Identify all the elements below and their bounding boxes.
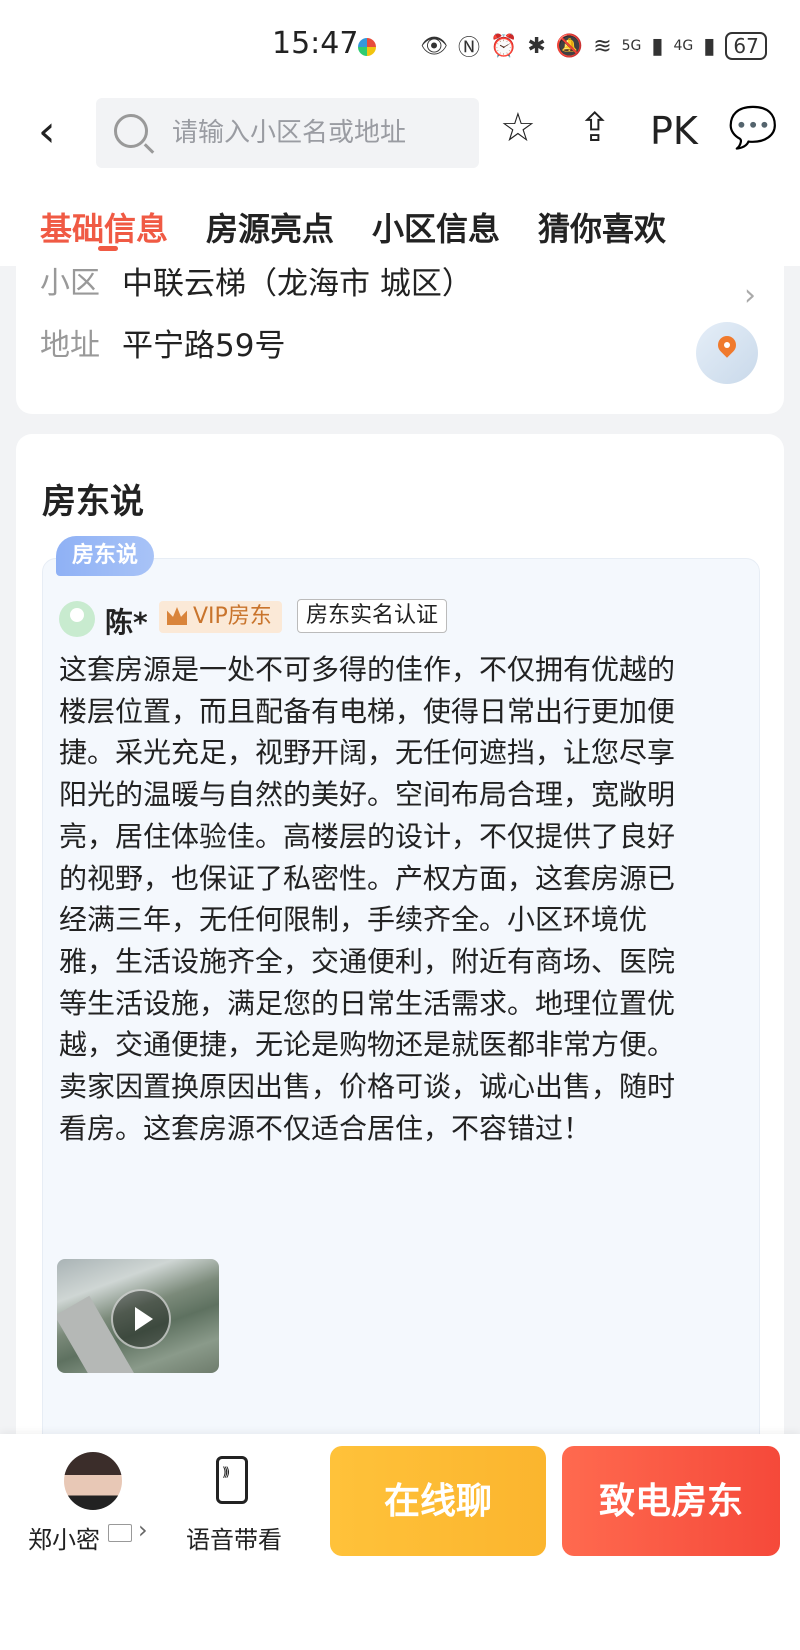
pk-button[interactable]: PK (650, 112, 698, 150)
online-chat-button[interactable]: 在线聊 (330, 1446, 546, 1556)
bottom-action-bar: 郑小密 › 语音带看 在线聊 致电房东 (0, 1434, 800, 1650)
chevron-right-icon[interactable]: › (138, 1516, 148, 1544)
status-icons: 👁 Ⓝ ⏰ ✱ 🔕 ≋ 5G ▮ 4G ▮ 67 (420, 30, 767, 62)
signal-5g-label: 5G (621, 38, 642, 54)
tab-highlights[interactable]: 房源亮点 (206, 204, 334, 250)
play-icon[interactable] (111, 1289, 171, 1349)
voice-tour-icon[interactable] (216, 1456, 248, 1504)
vip-label: VIP房东 (193, 604, 272, 629)
status-time: 15:47 (272, 26, 359, 61)
agent-avatar[interactable] (64, 1452, 122, 1510)
signal-bars-icon: ▮ (651, 33, 664, 59)
landlord-says-card: 房东说 陈* VIP房东 房东实名认证 这套房源是一处不可多得的佳作，不仅拥有优… (16, 434, 784, 1534)
back-button[interactable]: ‹ (38, 110, 56, 154)
mute-icon: 🔕 (555, 33, 584, 59)
verified-badge: 房东实名认证 (297, 599, 448, 633)
tab-basic-info[interactable]: 基础信息 (40, 204, 168, 250)
search-input[interactable] (170, 112, 464, 154)
search-icon (114, 114, 148, 148)
chevron-right-icon[interactable]: › (744, 278, 756, 313)
active-tab-indicator (98, 246, 118, 251)
section-tabs: 基础信息 房源亮点 小区信息 猜你喜欢 (0, 184, 800, 266)
tab-recommendations[interactable]: 猜你喜欢 (538, 204, 666, 250)
battery-indicator: 67 (725, 32, 767, 60)
eye-icon: 👁 (420, 33, 448, 59)
basic-info-card: 小区 中联云梯（龙海市 城区） › 地址 平宁路59号 (16, 266, 784, 414)
bluetooth-icon: ✱ (527, 33, 546, 59)
landlord-description: 这套房源是一处不可多得的佳作，不仅拥有优越的楼层位置，而且配备有电梯，使得日常出… (59, 653, 676, 1145)
top-bar: ‹ ☆ ⇪ PK 💬 (0, 92, 800, 184)
signal-4g-label: 4G (673, 38, 694, 54)
vip-badge: VIP房东 (159, 601, 282, 633)
signal-bars-icon: ▮ (703, 33, 716, 59)
map-location-icon[interactable] (696, 322, 758, 384)
agent-name[interactable]: 郑小密 (28, 1520, 100, 1555)
status-bar: 15:47 👁 Ⓝ ⏰ ✱ 🔕 ≋ 5G ▮ 4G ▮ 67 (0, 0, 800, 92)
nfc-icon: Ⓝ (457, 36, 480, 61)
owner-avatar (59, 601, 95, 637)
crown-icon (167, 607, 187, 625)
favorite-star-icon[interactable]: ☆ (500, 108, 536, 148)
search-box[interactable] (96, 98, 479, 168)
owner-name: 陈* (105, 606, 148, 639)
landlord-says-tag: 房东说 (56, 536, 155, 576)
community-label: 小区 (40, 266, 100, 301)
address-label: 地址 (40, 328, 100, 363)
landlord-quote-box: 陈* VIP房东 房东实名认证 这套房源是一处不可多得的佳作，不仅拥有优越的楼层… (42, 558, 760, 1460)
id-card-icon (108, 1524, 132, 1542)
share-icon[interactable]: ⇪ (578, 108, 612, 148)
message-icon[interactable]: 💬 (728, 108, 778, 148)
wifi-icon: ≋ (593, 33, 612, 59)
tab-community-info[interactable]: 小区信息 (372, 204, 500, 250)
community-value[interactable]: 中联云梯（龙海市 城区） (122, 258, 473, 303)
section-title: 房东说 (42, 482, 144, 522)
alarm-icon: ⏰ (489, 33, 518, 59)
video-thumbnail[interactable] (57, 1259, 219, 1373)
call-landlord-button[interactable]: 致电房东 (562, 1446, 780, 1556)
app-notification-icon (358, 38, 376, 56)
voice-tour-label[interactable]: 语音带看 (186, 1520, 282, 1555)
address-value: 平宁路59号 (122, 328, 286, 364)
